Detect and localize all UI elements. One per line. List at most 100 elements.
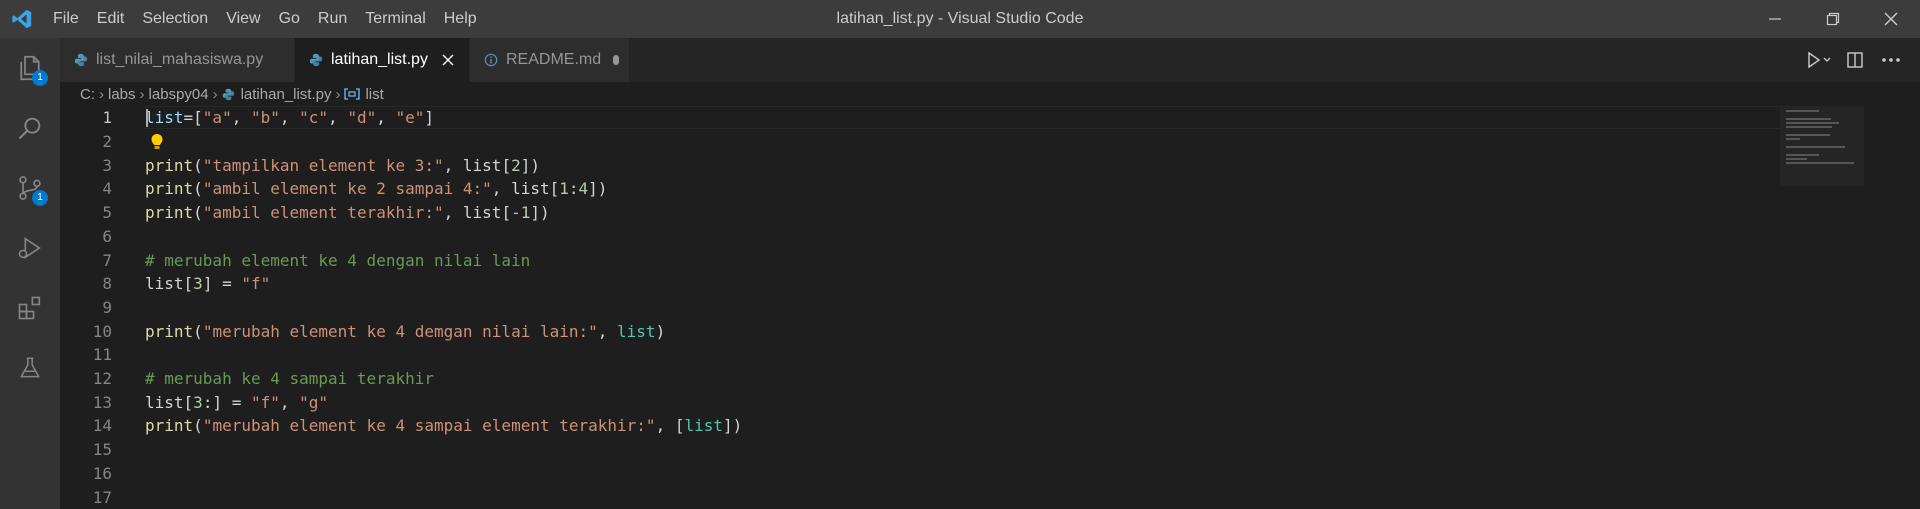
code-line[interactable]: 14 print("merubah element ke 4 sampai ele… xyxy=(60,414,1760,438)
breadcrumb-symbol[interactable]: list xyxy=(344,86,384,103)
code-line[interactable]: 7 # merubah element ke 4 dengan nilai lai… xyxy=(60,248,1760,272)
restore-button[interactable] xyxy=(1804,0,1862,38)
code-line[interactable]: 16 xyxy=(60,462,1760,486)
modified-dot-icon[interactable] xyxy=(613,55,619,65)
code-token: ) xyxy=(655,321,666,341)
code-token: ( xyxy=(193,179,203,199)
vertical-scrollbar[interactable] xyxy=(1864,106,1878,509)
minimap[interactable] xyxy=(1780,106,1864,186)
menu-help[interactable]: Help xyxy=(435,0,486,38)
line-number: 1 xyxy=(102,108,112,128)
code-token: list[ xyxy=(145,392,194,412)
run-file-button[interactable] xyxy=(1804,45,1834,75)
code-token: list xyxy=(684,416,723,436)
menu-file[interactable]: File xyxy=(44,0,88,38)
source-control-badge: 1 xyxy=(32,190,48,206)
explorer-button[interactable]: 1 xyxy=(0,38,60,98)
line-number: 6 xyxy=(102,226,112,246)
menu-edit[interactable]: Edit xyxy=(88,0,134,38)
code-token: "f" xyxy=(241,274,271,294)
code-token: print xyxy=(145,321,194,341)
extensions-button[interactable] xyxy=(0,278,60,338)
code-line[interactable]: 10 print("merubah element ke 4 demgan nil… xyxy=(60,319,1760,343)
code-token: :] = xyxy=(202,392,251,412)
code-token: print xyxy=(145,416,194,436)
line-number: 16 xyxy=(92,463,112,483)
breadcrumb-labs[interactable]: labs xyxy=(108,86,136,103)
tab-latihan-list[interactable]: latihan_list.py xyxy=(295,38,470,82)
menu-go[interactable]: Go xyxy=(270,0,309,38)
menu-view[interactable]: View xyxy=(217,0,269,38)
code-token: "c" xyxy=(299,108,329,128)
split-editor-button[interactable] xyxy=(1840,45,1870,75)
code-line[interactable]: 11 xyxy=(60,343,1760,367)
code-line[interactable]: 1 list=["a", "b", "c", "d", "e"] xyxy=(60,106,1760,130)
minimize-button[interactable] xyxy=(1746,0,1804,38)
tab-label: list_nilai_mahasiswa.py xyxy=(96,51,264,68)
extensions-icon xyxy=(18,296,41,320)
breadcrumb-labspy04[interactable]: labspy04 xyxy=(149,86,209,103)
code-token: 3 xyxy=(193,392,203,412)
close-window-button[interactable] xyxy=(1862,0,1920,38)
code-line[interactable]: 6 xyxy=(60,225,1760,249)
tab-list-nilai-mahasiswa[interactable]: list_nilai_mahasiswa.py xyxy=(60,38,295,82)
python-icon xyxy=(74,53,88,67)
code-token: print xyxy=(145,179,194,199)
code-token: ]) xyxy=(588,179,608,199)
variable-symbol-icon xyxy=(344,88,361,100)
testing-button[interactable] xyxy=(0,338,60,398)
explorer-badge: 1 xyxy=(32,70,48,86)
menu-run[interactable]: Run xyxy=(309,0,356,38)
code-line[interactable]: 15 xyxy=(60,438,1760,462)
code-line[interactable]: 3 print("tampilkan element ke 3:", list[2… xyxy=(60,153,1760,177)
minimize-icon xyxy=(1769,18,1781,20)
menu-selection[interactable]: Selection xyxy=(133,0,217,38)
tab-readme[interactable]: README.md xyxy=(470,38,630,82)
breadcrumb: C: › labs › labspy04 › latihan_list.py ›… xyxy=(60,82,1920,106)
code-line[interactable]: 4 print("ambil element ke 2 sampai 4:", l… xyxy=(60,177,1760,201)
close-tab-button[interactable] xyxy=(440,52,456,68)
ellipsis-icon xyxy=(1882,58,1900,62)
code-line[interactable]: 17 xyxy=(60,485,1760,509)
menu-bar: File Edit Selection View Go Run Terminal… xyxy=(44,0,486,38)
minimap-line xyxy=(1786,146,1846,148)
line-number: 12 xyxy=(92,369,112,389)
line-number: 4 xyxy=(102,179,112,199)
code-line[interactable]: 12 # merubah ke 4 sampai terakhir xyxy=(60,367,1760,391)
line-code: print("merubah element ke 4 sampai eleme… xyxy=(145,416,742,435)
title-bar: File Edit Selection View Go Run Terminal… xyxy=(0,0,1920,38)
breadcrumb-drive[interactable]: C: xyxy=(80,86,95,103)
code-token: ]) xyxy=(530,203,550,223)
code-token: ( xyxy=(193,155,203,175)
more-actions-button[interactable] xyxy=(1876,45,1906,75)
tab-label: README.md xyxy=(506,51,602,68)
code-line[interactable]: 2 xyxy=(60,130,1760,154)
search-button[interactable] xyxy=(0,98,60,158)
search-icon xyxy=(18,117,41,140)
breadcrumb-file[interactable]: latihan_list.py xyxy=(222,86,331,103)
line-code: list=["a", "b", "c", "d", "e"] xyxy=(145,108,434,127)
code-token: "f" xyxy=(250,392,280,412)
code-token: "g" xyxy=(299,392,329,412)
lightbulb-icon[interactable] xyxy=(150,133,164,151)
source-control-button[interactable]: 1 xyxy=(0,158,60,218)
code-line[interactable]: 5 print("ambil element terakhir:", list[-… xyxy=(60,201,1760,225)
code-line[interactable]: 8 list[3] = "f" xyxy=(60,272,1760,296)
line-number: 14 xyxy=(92,416,112,436)
menu-terminal[interactable]: Terminal xyxy=(356,0,434,38)
code-token: =[ xyxy=(183,108,203,128)
code-token: -1 xyxy=(511,203,531,223)
code-token: ]) xyxy=(723,416,743,436)
minimap-line xyxy=(1786,158,1807,160)
line-code: list[3] = "f" xyxy=(145,274,270,293)
line-number: 3 xyxy=(102,155,112,175)
line-number: 7 xyxy=(102,250,112,270)
code-line[interactable]: 9 xyxy=(60,296,1760,320)
line-number: 8 xyxy=(102,274,112,294)
code-token: ( xyxy=(193,416,203,436)
run-debug-button[interactable] xyxy=(0,218,60,278)
editor-actions xyxy=(1798,38,1920,82)
code-line[interactable]: 13 list[3:] = "f", "g" xyxy=(60,390,1760,414)
code-token: "e" xyxy=(395,108,425,128)
code-editor[interactable]: 1 list=["a", "b", "c", "d", "e"] 2 3 print("… xyxy=(60,106,1920,509)
